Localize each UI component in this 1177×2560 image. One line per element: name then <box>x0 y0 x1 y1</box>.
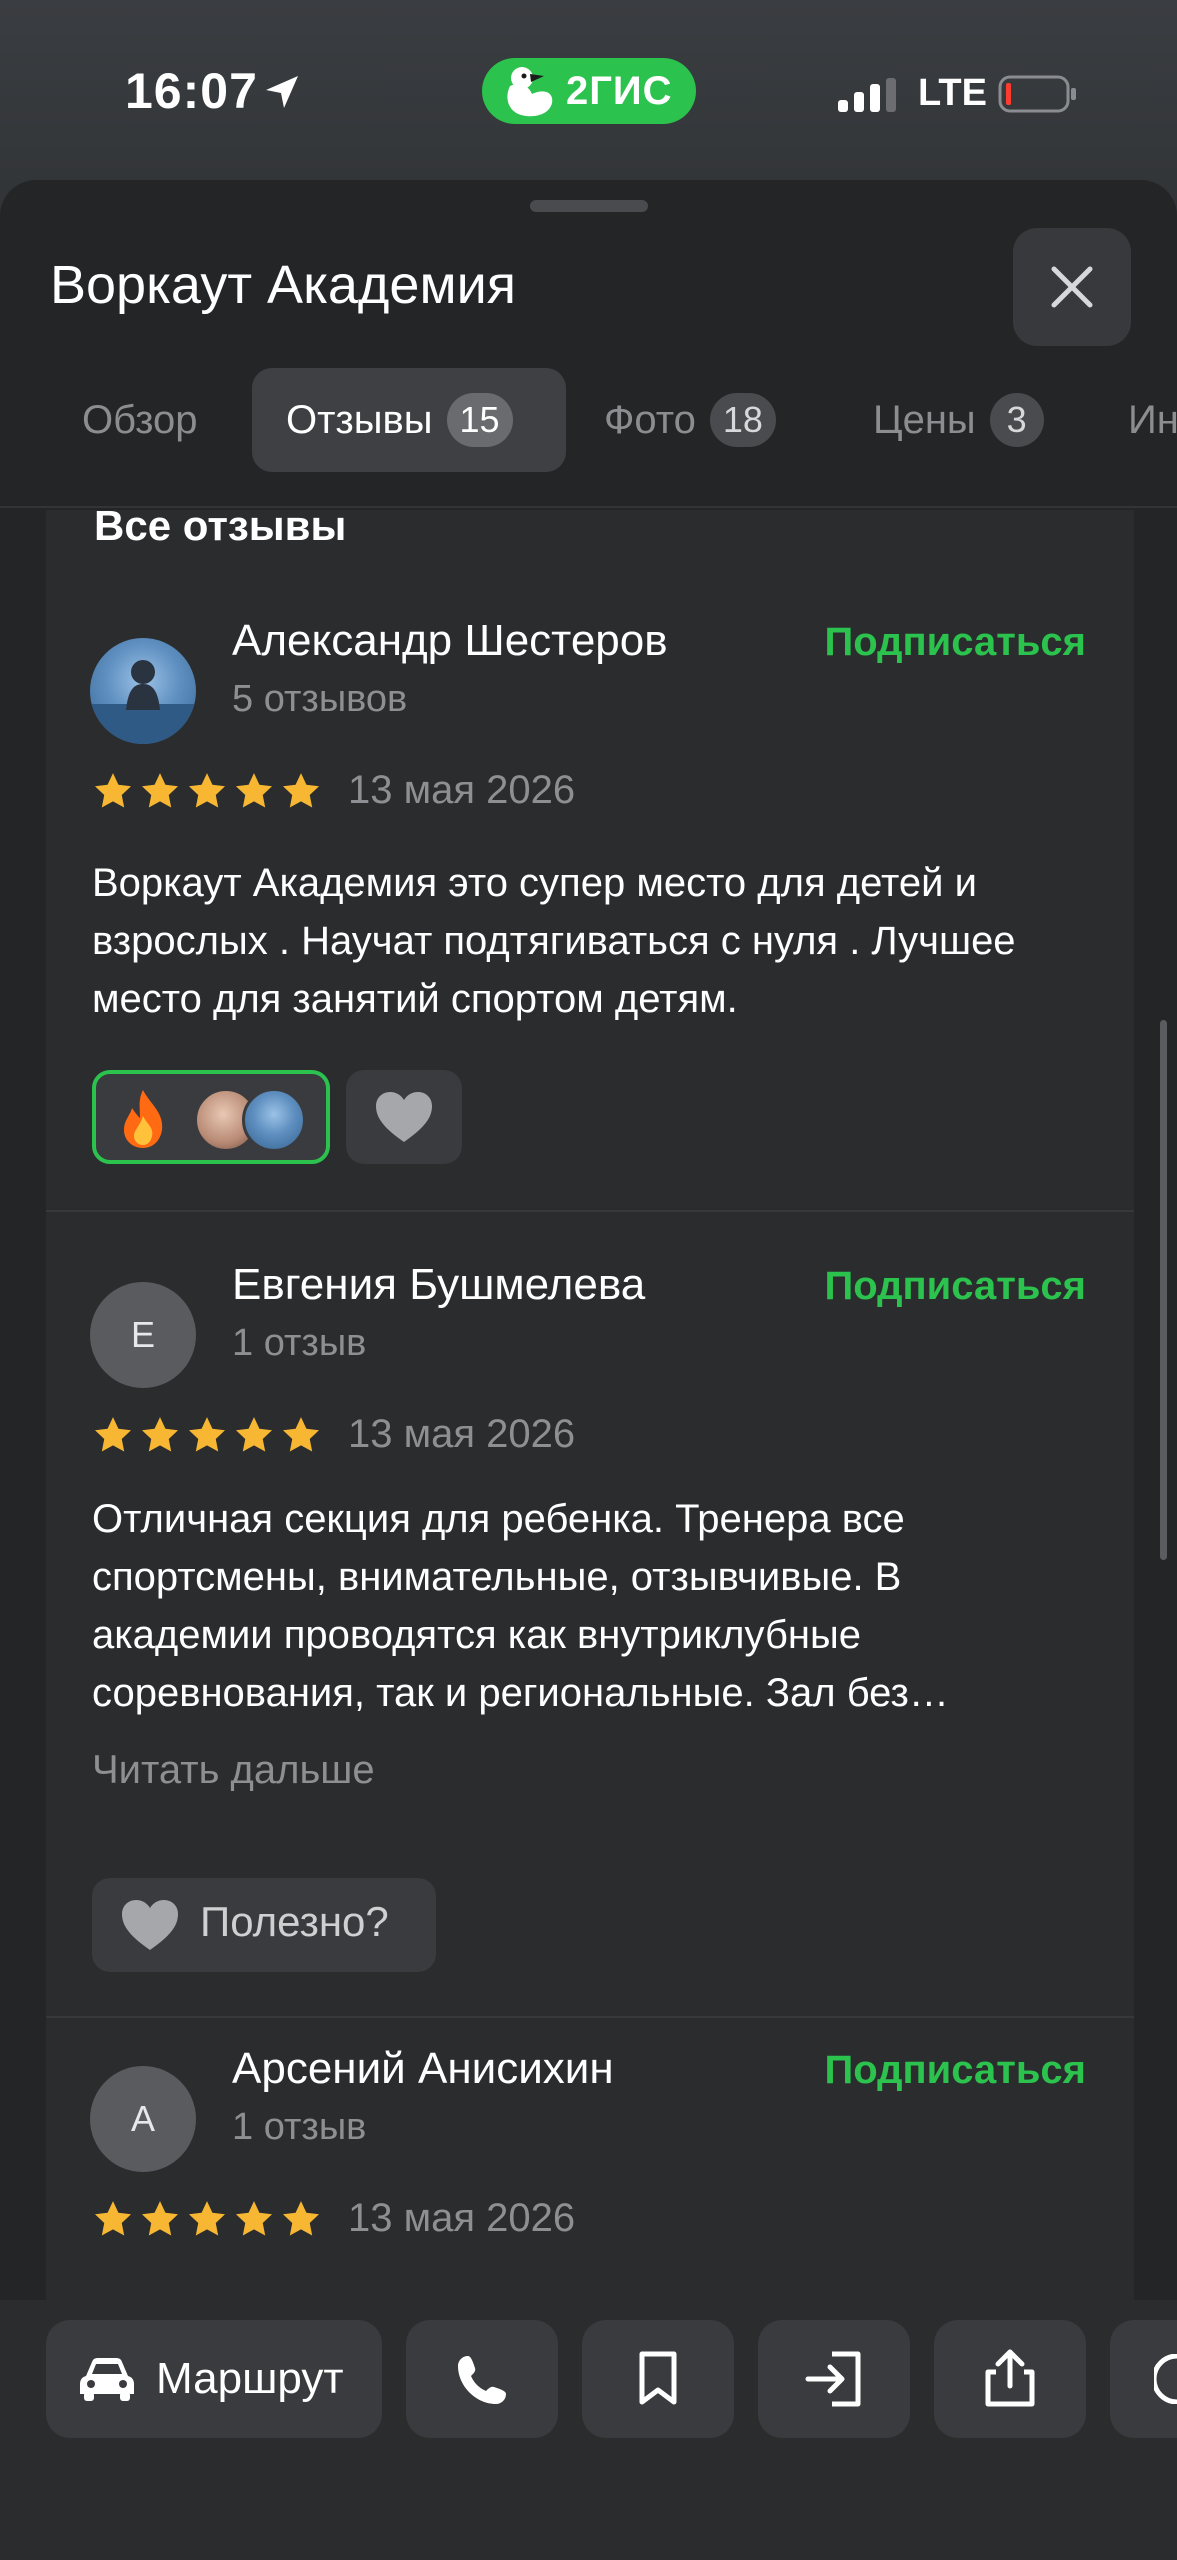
tab-bar: Обзор Отзывы 15 Фото 18 Цены 3 Ин <box>0 368 1177 486</box>
status-bar: 16:07 2ГИС LTE <box>0 0 1177 180</box>
tab-label: Ин <box>1128 397 1177 442</box>
clock-icon <box>1154 2354 1177 2404</box>
battery-icon <box>998 75 1076 113</box>
review-date: 13 мая 2026 <box>348 2196 576 2240</box>
review-separator <box>46 1210 1134 1212</box>
location-arrow-icon <box>266 76 298 108</box>
enter-button[interactable] <box>758 2320 910 2438</box>
scrollbar[interactable] <box>1160 1020 1167 1560</box>
star-icon <box>235 2201 273 2236</box>
share-button[interactable] <box>934 2320 1086 2438</box>
call-button[interactable] <box>406 2320 558 2438</box>
heart-icon <box>122 1900 178 1950</box>
phone-icon <box>458 2356 506 2404</box>
avatar[interactable]: Е <box>90 1282 196 1388</box>
network-type: LTE <box>918 72 987 114</box>
tabs-divider <box>0 506 1177 508</box>
brand-name: 2ГИС <box>566 69 673 113</box>
sheet-grabber[interactable] <box>530 200 648 212</box>
star-icon <box>94 1417 132 1452</box>
signal-icon <box>838 78 896 112</box>
tab-count-badge: 3 <box>989 393 1044 447</box>
avatar[interactable]: А <box>90 2066 196 2172</box>
review-author-count: 1 отзыв <box>232 1322 367 1364</box>
brand-badge[interactable]: 2ГИС <box>482 58 696 124</box>
tab-photos[interactable]: Фото 18 <box>604 368 776 472</box>
review-author[interactable]: Александр Шестеров <box>232 616 668 666</box>
bookmark-icon <box>639 2351 677 2405</box>
star-icon <box>141 1417 179 1452</box>
like-button[interactable] <box>346 1070 462 1164</box>
star-icon <box>94 773 132 808</box>
reactions-button[interactable] <box>92 1070 330 1164</box>
car-icon <box>80 2358 134 2401</box>
review-author-count: 5 отзывов <box>232 678 408 720</box>
tab-count-badge: 18 <box>709 393 776 447</box>
tab-overview[interactable]: Обзор <box>82 368 198 472</box>
close-button[interactable] <box>1013 228 1131 346</box>
status-time: 16:07 <box>125 63 258 119</box>
place-card-sheet: Воркаут Академия Обзор Отзывы 15 Фото 18… <box>0 180 1177 2560</box>
star-icon <box>235 1417 273 1452</box>
route-button[interactable]: Маршрут <box>46 2320 382 2438</box>
star-icon <box>141 773 179 808</box>
star-icon <box>282 2201 320 2236</box>
heart-icon <box>376 1092 432 1142</box>
place-title: Воркаут Академия <box>50 255 516 315</box>
tab-prices[interactable]: Цены 3 <box>873 368 1044 472</box>
useful-label: Полезно? <box>200 1898 389 1945</box>
star-icon <box>282 773 320 808</box>
fire-icon <box>124 1090 163 1148</box>
close-icon <box>1051 266 1093 308</box>
subscribe-button[interactable]: Подписаться <box>824 1264 1086 1309</box>
rating-stars <box>92 2198 327 2244</box>
avatar[interactable] <box>90 638 196 744</box>
review-author[interactable]: Евгения Бушмелева <box>232 1260 645 1310</box>
star-icon <box>94 2201 132 2236</box>
tab-count-badge: 15 <box>446 393 513 447</box>
rating-stars <box>92 1414 327 1460</box>
review-author-count: 1 отзыв <box>232 2106 367 2148</box>
star-icon <box>188 773 226 808</box>
tab-label: Отзывы <box>286 397 433 442</box>
star-icon <box>141 2201 179 2236</box>
reviews-list[interactable]: Все отзывы Александр Шестеров 5 отзывов … <box>46 510 1134 2300</box>
star-icon <box>235 773 273 808</box>
tab-label: Обзор <box>82 397 198 442</box>
review-text: Воркаут Академия это супер место для дет… <box>92 861 1016 1021</box>
reviews-section-title: Все отзывы <box>94 510 347 549</box>
review-separator <box>46 2016 1134 2018</box>
tab-label: Фото <box>604 397 696 442</box>
subscribe-button[interactable]: Подписаться <box>824 620 1086 665</box>
more-button[interactable] <box>1110 2320 1177 2438</box>
star-icon <box>188 2201 226 2236</box>
enter-icon <box>805 2351 861 2407</box>
share-icon <box>985 2349 1035 2407</box>
review-text: Отличная секция для ребенка. Тренера все… <box>92 1497 949 1715</box>
review-date: 13 мая 2026 <box>348 768 576 812</box>
reaction-avatar <box>242 1088 306 1152</box>
tab-reviews[interactable]: Отзывы 15 <box>252 368 566 472</box>
bookmark-button[interactable] <box>582 2320 734 2438</box>
avatar-photo-icon <box>90 660 196 744</box>
tab-label: Цены <box>873 397 976 442</box>
route-label: Маршрут <box>156 2354 344 2403</box>
bottom-action-bar: Маршрут <box>0 2300 1177 2560</box>
star-icon <box>188 1417 226 1452</box>
useful-button[interactable]: Полезно? <box>92 1878 436 1972</box>
star-icon <box>282 1417 320 1452</box>
rating-stars <box>92 770 327 816</box>
read-more-link[interactable]: Читать дальше <box>92 1748 375 1793</box>
review-author[interactable]: Арсений Анисихин <box>232 2044 614 2094</box>
duck-logo-icon <box>507 67 553 117</box>
tab-info[interactable]: Ин <box>1128 368 1177 472</box>
review-date: 13 мая 2026 <box>348 1412 576 1456</box>
subscribe-button[interactable]: Подписаться <box>824 2048 1086 2093</box>
